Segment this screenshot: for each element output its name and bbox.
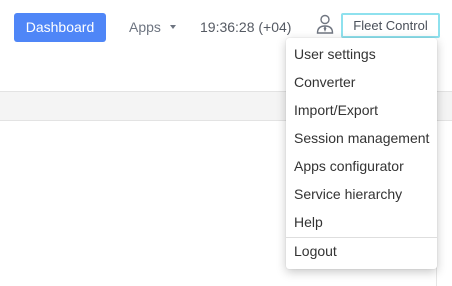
menu-item-apps-configurator[interactable]: Apps configurator bbox=[286, 152, 437, 180]
clock: 19:36:28 (+04) bbox=[200, 19, 292, 35]
apps-label: Apps bbox=[129, 19, 161, 35]
menu-item-service-hierarchy[interactable]: Service hierarchy bbox=[286, 180, 437, 208]
fleet-control-button[interactable]: Fleet Control bbox=[341, 13, 440, 38]
menu-item-import-export[interactable]: Import/Export bbox=[286, 96, 437, 124]
user-icon[interactable] bbox=[315, 13, 335, 35]
menu-item-help[interactable]: Help bbox=[286, 208, 437, 236]
menu-item-converter[interactable]: Converter bbox=[286, 68, 437, 96]
menu-item-session-management[interactable]: Session management bbox=[286, 124, 437, 152]
apps-menu[interactable]: Apps bbox=[129, 13, 176, 42]
menu-item-logout[interactable]: Logout bbox=[286, 237, 437, 265]
menu-item-user-settings[interactable]: User settings bbox=[286, 40, 437, 68]
caret-down-icon bbox=[169, 25, 176, 30]
user-dropdown-menu: User settings Converter Import/Export Se… bbox=[286, 38, 437, 269]
dashboard-button[interactable]: Dashboard bbox=[14, 13, 106, 42]
